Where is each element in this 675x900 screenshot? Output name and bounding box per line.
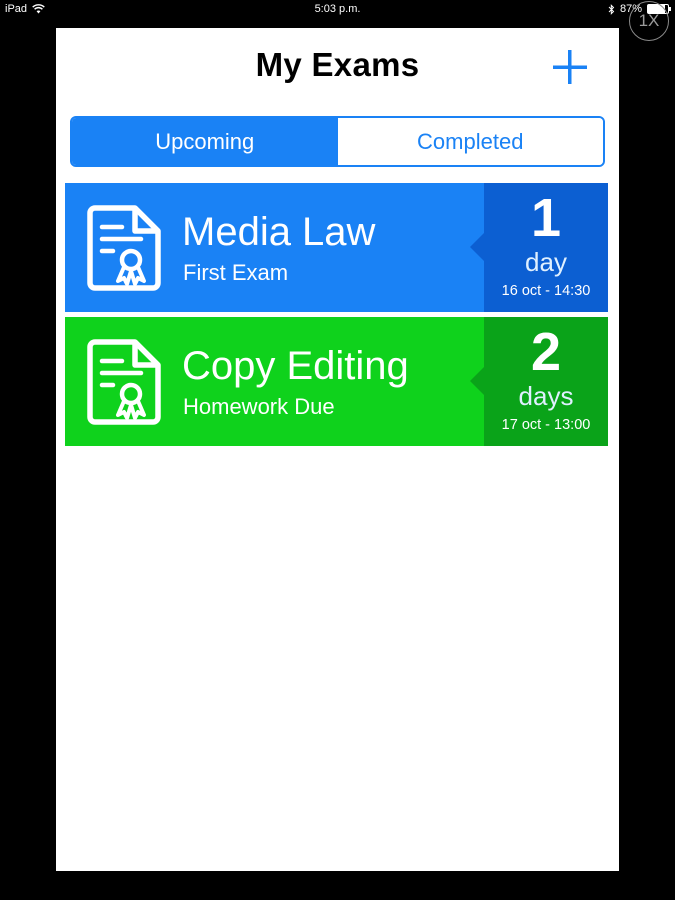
bluetooth-icon — [608, 3, 615, 15]
countdown-notch — [470, 233, 484, 261]
countdown-unit: days — [518, 381, 574, 411]
certificate-document-icon — [87, 205, 161, 291]
exam-row-media-law[interactable]: Media Law First Exam 1 day 16 oct - 14:3… — [65, 183, 608, 312]
page-title: My Exams — [255, 46, 420, 83]
status-bar: iPad 5:03 p.m. 87% — [0, 0, 675, 20]
exam-name: Media Law — [182, 210, 376, 254]
status-time: 5:03 p.m. — [314, 3, 361, 15]
countdown-notch — [470, 367, 484, 395]
exam-filter-tabs: Upcoming Completed — [70, 116, 605, 167]
exam-type: First Exam — [183, 260, 289, 285]
countdown-number: 1 — [530, 188, 562, 248]
exam-date: 16 oct - 14:30 — [501, 283, 591, 299]
tab-completed[interactable]: Completed — [337, 118, 603, 165]
certificate-document-icon — [87, 339, 161, 425]
plus-icon — [553, 50, 587, 84]
exam-date: 17 oct - 13:00 — [501, 417, 591, 433]
navigation-bar: My Exams — [56, 28, 619, 108]
tab-upcoming[interactable]: Upcoming — [72, 118, 338, 165]
countdown-panel: 2 days 17 oct - 13:00 — [470, 317, 608, 446]
countdown-number: 2 — [530, 322, 562, 382]
exam-name: Copy Editing — [182, 344, 409, 388]
countdown-panel: 1 day 16 oct - 14:30 — [470, 183, 608, 312]
countdown-unit: day — [525, 247, 567, 277]
exam-row-copy-editing[interactable]: Copy Editing Homework Due 2 days 17 oct … — [65, 317, 608, 446]
add-exam-button[interactable] — [550, 47, 590, 87]
zoom-badge[interactable]: 1X — [629, 1, 669, 41]
app-window: My Exams Upcoming Completed Media Law Fi… — [56, 28, 619, 871]
exam-type: Homework Due — [183, 394, 335, 419]
exam-list: Media Law First Exam 1 day 16 oct - 14:3… — [65, 183, 608, 451]
